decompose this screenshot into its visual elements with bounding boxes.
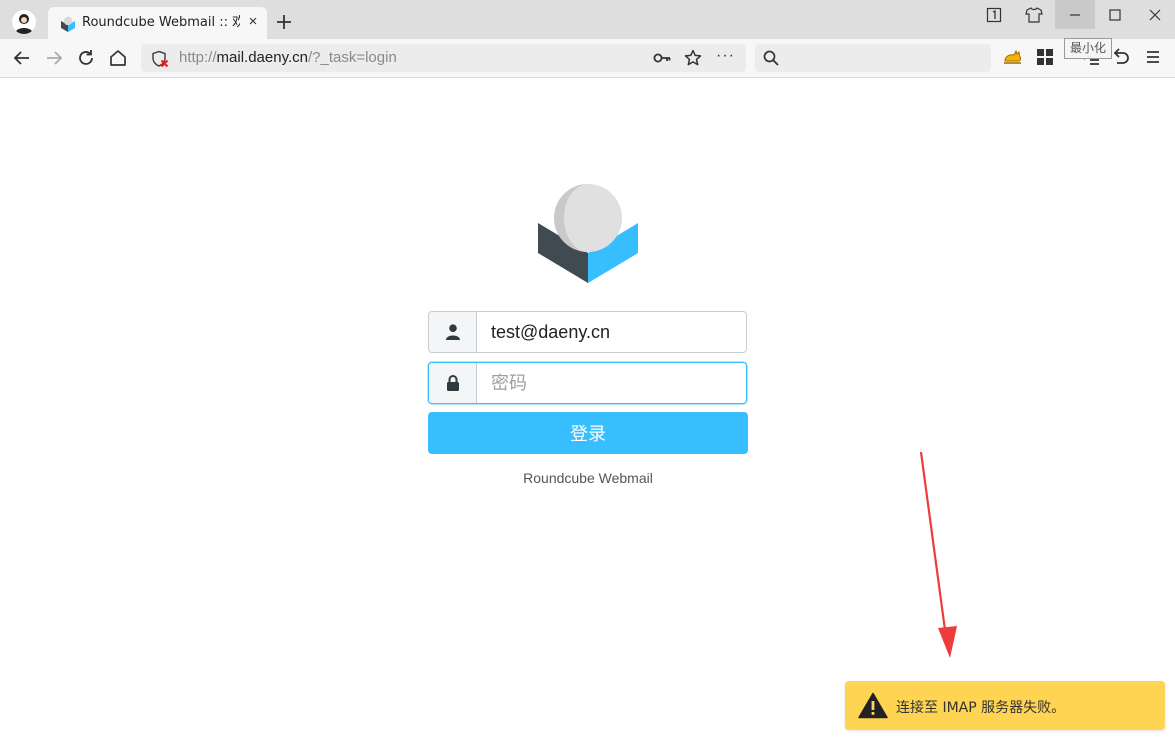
skin-shirt-icon[interactable]	[1014, 0, 1054, 29]
username-input[interactable]	[477, 312, 745, 352]
tab-count-icon[interactable]	[974, 0, 1014, 29]
password-field	[428, 362, 747, 404]
navigation-toolbar: http://mail.daeny.cn/?_task=login ···	[0, 39, 1175, 78]
reload-icon[interactable]	[75, 47, 97, 69]
tab-title: Roundcube Webmail :: 欢迎	[82, 15, 240, 30]
tab-strip: Roundcube Webmail :: 欢迎 ×	[0, 0, 1175, 39]
insecure-shield-icon[interactable]	[151, 50, 169, 68]
undo-icon[interactable]	[1110, 46, 1132, 68]
lock-icon	[429, 363, 477, 403]
warning-notification[interactable]: 连接至 IMAP 服务器失败。	[845, 681, 1165, 730]
tab-close-icon[interactable]: ×	[245, 14, 261, 30]
close-window-icon[interactable]	[1135, 0, 1175, 29]
user-icon	[429, 312, 477, 352]
extension-cat-icon[interactable]	[1002, 46, 1024, 68]
key-icon[interactable]	[653, 50, 671, 66]
url-path: /?_task=login	[307, 49, 397, 66]
profile-avatar-icon[interactable]	[12, 10, 36, 34]
url-scheme: http://	[179, 49, 217, 66]
product-name: Roundcube Webmail	[523, 470, 653, 486]
forward-arrow-icon[interactable]	[43, 47, 65, 69]
search-box[interactable]	[755, 44, 991, 72]
maximize-icon[interactable]	[1095, 0, 1135, 29]
home-icon[interactable]	[107, 47, 129, 69]
login-button[interactable]: 登录	[428, 412, 748, 454]
notification-message: 连接至 IMAP 服务器失败。	[896, 700, 1066, 716]
search-icon	[763, 50, 779, 66]
url-text[interactable]: http://mail.daeny.cn/?_task=login	[179, 50, 397, 66]
roundcube-logo	[538, 183, 638, 283]
new-tab-plus-icon[interactable]	[274, 12, 294, 32]
search-input[interactable]	[785, 48, 985, 70]
address-bar[interactable]: http://mail.daeny.cn/?_task=login ···	[141, 44, 746, 72]
tab-roundcube[interactable]: Roundcube Webmail :: 欢迎 ×	[48, 7, 267, 39]
username-field	[428, 311, 747, 353]
roundcube-favicon-icon	[60, 16, 76, 32]
url-host: mail.daeny.cn	[216, 49, 308, 66]
menu-hamburger-icon[interactable]	[1142, 46, 1164, 68]
apps-grid-icon[interactable]	[1034, 46, 1056, 68]
minimize-tooltip: 最小化	[1064, 38, 1113, 59]
back-arrow-icon[interactable]	[11, 47, 33, 69]
annotation-arrow	[900, 450, 970, 665]
more-options-icon[interactable]: ···	[716, 48, 736, 66]
password-input[interactable]	[477, 363, 745, 403]
warning-triangle-icon	[858, 692, 888, 719]
minimize-icon[interactable]	[1055, 0, 1095, 29]
bookmark-star-icon[interactable]	[684, 49, 702, 67]
